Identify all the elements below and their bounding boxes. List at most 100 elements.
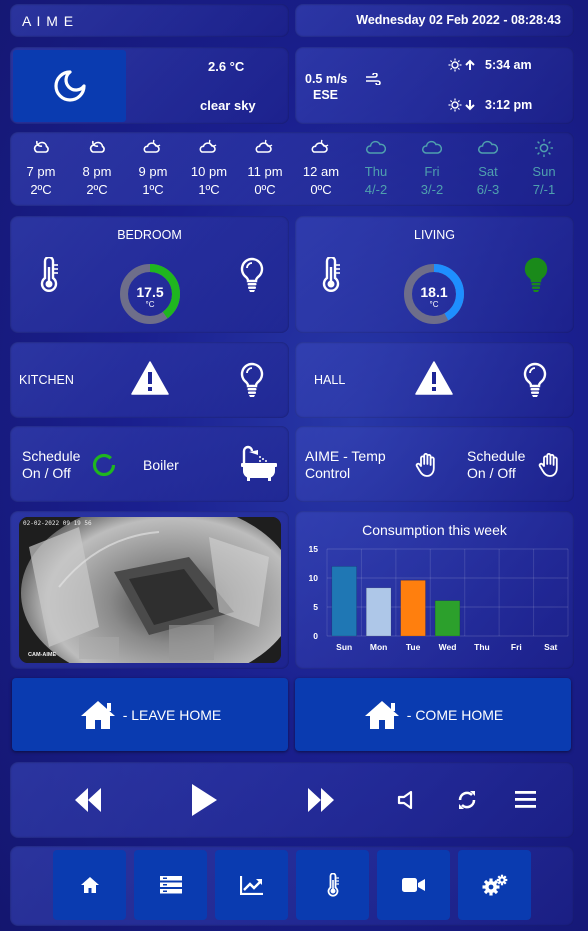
aime-temp-control-label: AIME - Temp Control (305, 448, 386, 482)
play-icon[interactable] (191, 783, 218, 817)
forecast-item: Fri 3/-2 (407, 138, 457, 197)
camera-card: 02-02-2022 09 19 56 CAM-AIME (10, 511, 289, 669)
room-card-kitchen: KITCHEN (10, 342, 289, 418)
line-chart-icon (239, 876, 263, 895)
moon-cloud-icon (89, 140, 105, 153)
camera-timestamp: 02-02-2022 09 19 56 (23, 520, 92, 527)
lightbulb-icon[interactable] (522, 362, 548, 398)
media-controls-card (10, 762, 574, 838)
forecast-temp: 2ºC (30, 182, 52, 197)
sunset-icon (448, 98, 475, 112)
thermometer-icon (327, 873, 339, 897)
room-name: BEDROOM (117, 228, 182, 242)
schedule2-label-line1: Schedule (467, 448, 526, 464)
weather-card: 2.6 °C clear sky (10, 47, 289, 124)
forecast-item: 9 pm 1ºC (128, 138, 178, 197)
forecast-time: 7 pm (26, 164, 56, 179)
lightbulb-icon[interactable] (239, 257, 265, 293)
temp-control-card: AIME - Temp Control Schedule On / Off (295, 426, 574, 502)
lightbulb-icon[interactable] (239, 362, 265, 398)
forecast-temp: 6/-3 (476, 182, 500, 197)
forecast-time: Thu (364, 164, 388, 179)
hand-icon[interactable] (415, 452, 439, 478)
forecast-item: 10 pm 1ºC (184, 138, 234, 197)
volume-icon[interactable] (397, 790, 419, 810)
forecast-item: Thu 4/-2 (351, 138, 401, 197)
room-name: HALL (314, 373, 346, 387)
hand-icon[interactable] (538, 452, 562, 478)
forecast-item: 8 pm 2ºC (72, 138, 122, 197)
app-title-card: A I M E (10, 4, 289, 37)
lightbulb-icon[interactable] (523, 257, 549, 293)
chart-xtick-label: Tue (406, 642, 421, 652)
menu-icon[interactable] (515, 790, 536, 809)
gears-icon (482, 874, 507, 896)
consumption-chart-card: Consumption this week 0 5 10 15 Sun Mon Tue Wed T… (295, 511, 574, 669)
forecast-item: Sat 6/-3 (463, 138, 513, 197)
chart-xtick-label: Wed (439, 642, 457, 652)
chart-bar (434, 600, 461, 637)
leave-home-button[interactable]: - LEAVE HOME (12, 678, 288, 751)
home-icon (364, 700, 399, 729)
schedule2-label-line2: On / Off (467, 465, 516, 481)
come-home-button[interactable]: - COME HOME (295, 678, 571, 751)
warning-icon (131, 361, 169, 395)
forecast-time: 9 pm (138, 164, 168, 179)
forecast-item: 12 am 0ºC (296, 138, 346, 197)
come-home-label: - COME HOME (406, 706, 504, 723)
current-condition: clear sky (200, 98, 256, 113)
chart-xtick-label: Thu (474, 642, 490, 652)
chart-bar (400, 580, 426, 637)
nav-list-button[interactable] (134, 850, 207, 920)
rewind-icon[interactable] (74, 787, 102, 813)
app-title: A I M E (22, 13, 75, 29)
forecast-temp: 0ºC (310, 182, 332, 197)
datetime-card: Wednesday 02 Feb 2022 - 08:28:43 (295, 4, 574, 37)
moon-cloud-icon (33, 140, 49, 153)
nav-chart-button[interactable] (215, 850, 288, 920)
gauge-value: 17.5 (136, 284, 164, 300)
chart-xtick-label: Fri (511, 642, 522, 652)
cloud-icon (366, 140, 386, 154)
cloud-moon-icon (311, 139, 329, 153)
sunrise-icon (448, 58, 475, 72)
nav-temperature-button[interactable] (296, 850, 369, 920)
boiler-card: Schedule On / Off Boiler (10, 426, 289, 502)
cloud-moon-icon (143, 139, 161, 153)
nav-home-button[interactable] (53, 850, 126, 920)
chart-xtick-label: Sat (544, 642, 557, 652)
chart-ytick-label: 15 (309, 544, 319, 554)
fast-forward-icon[interactable] (307, 787, 335, 813)
nav-settings-button[interactable] (458, 850, 531, 920)
forecast-item: Sun 7/-1 (519, 138, 569, 197)
video-camera-icon (401, 878, 425, 892)
chart-title: Consumption this week (362, 522, 508, 538)
forecast-time: 8 pm (82, 164, 112, 179)
chart-xtick-label: Sun (336, 642, 352, 652)
nav-camera-button[interactable] (377, 850, 450, 920)
schedule2-toggle-label[interactable]: Schedule On / Off (467, 448, 525, 482)
current-temperature: 2.6 °C (208, 59, 245, 74)
repeat-icon[interactable] (456, 789, 478, 811)
forecast-time: Sun (532, 164, 556, 179)
forecast-temp: 2ºC (86, 182, 108, 197)
forecast-temp: 0ºC (254, 182, 276, 197)
wind-sun-card: 0.5 m/s ESE 5:34 am 3:12 pm (295, 47, 574, 124)
home-icon (80, 700, 115, 729)
chart-ytick-label: 5 (313, 602, 318, 612)
chart-xtick-label: Mon (370, 642, 387, 652)
forecast-time: 10 pm (190, 164, 228, 179)
forecast-temp: 1ºC (198, 182, 220, 197)
forecast-temp: 7/-1 (532, 182, 556, 197)
sunset-time: 3:12 pm (485, 98, 533, 112)
forecast-temp: 1ºC (142, 182, 164, 197)
moon-icon (13, 50, 126, 122)
forecast-item: 7 pm 2ºC (16, 138, 66, 197)
schedule-toggle-label[interactable]: Schedule On / Off (22, 448, 80, 482)
bathtub-icon[interactable] (240, 445, 278, 483)
camera-feed[interactable]: 02-02-2022 09 19 56 CAM-AIME (19, 517, 281, 663)
cloud-icon (478, 140, 498, 154)
room-name: LIVING (414, 228, 455, 242)
chart-bar (365, 587, 392, 637)
wind-icon (366, 73, 381, 85)
